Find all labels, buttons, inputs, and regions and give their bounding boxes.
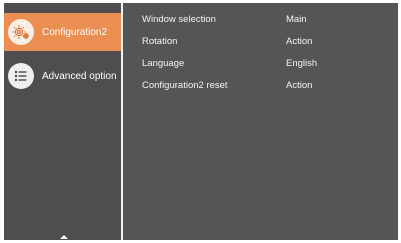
sidebar-item-configuration2[interactable]: Configuration2	[4, 13, 121, 51]
sidebar-item-label: Configuration2	[42, 26, 108, 38]
setting-row-language[interactable]: Language English	[142, 55, 398, 77]
setting-label: Configuration2 reset	[142, 80, 228, 91]
setting-label: Window selection	[142, 14, 216, 25]
setting-row-configuration2-reset[interactable]: Configuration2 reset Action	[142, 77, 398, 99]
setting-value[interactable]: Main	[286, 11, 307, 29]
setting-label: Rotation	[142, 36, 178, 47]
setting-value[interactable]: English	[286, 55, 317, 73]
scroll-up-arrow-icon[interactable]	[60, 235, 68, 239]
setting-value[interactable]: Action	[286, 77, 312, 95]
sidebar-item-label: Advanced option	[42, 70, 117, 82]
setting-value[interactable]: Action	[286, 33, 312, 51]
setting-row-rotation[interactable]: Rotation Action	[142, 33, 398, 55]
sidebar-item-advanced-option[interactable]: Advanced option	[4, 57, 121, 95]
setting-row-window-selection[interactable]: Window selection Main	[142, 11, 398, 33]
osd-menu: Configuration2 Advanced option Window se…	[4, 3, 398, 240]
settings-list: Window selection Main Rotation Action La…	[142, 11, 398, 99]
list-icon	[8, 63, 34, 89]
gear-icon	[8, 19, 34, 45]
setting-label: Language	[142, 58, 185, 69]
divider	[121, 3, 123, 240]
sidebar: Configuration2 Advanced option	[4, 3, 121, 240]
